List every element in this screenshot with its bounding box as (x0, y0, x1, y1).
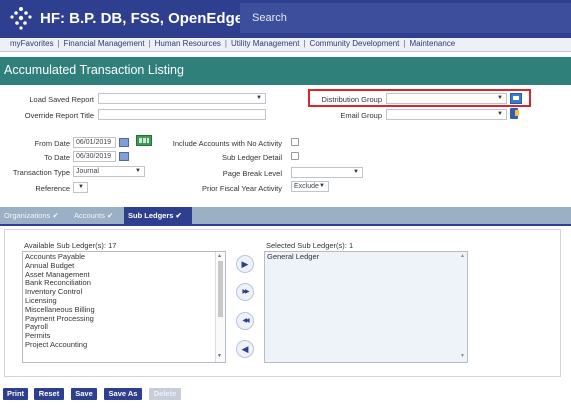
page-break-label: Page Break Level (222, 169, 282, 178)
nav-separator: | (303, 39, 306, 48)
tab-accounts[interactable]: Accounts ✔ (70, 207, 122, 224)
chevron-down-icon: ▼ (497, 111, 503, 117)
sub-ledger-detail-checkbox[interactable] (291, 152, 299, 160)
scroll-up-icon[interactable]: ▲ (217, 253, 222, 259)
to-date-label: To Date (44, 153, 70, 162)
tab-sub-ledgers[interactable]: Sub Ledgers ✔ (124, 207, 192, 224)
nav-separator: | (148, 39, 151, 48)
list-item[interactable]: Payment Processing (23, 314, 225, 324)
distribution-group-label: Distribution Group (321, 95, 382, 104)
list-item[interactable]: General Ledger (265, 252, 467, 262)
load-saved-report-select[interactable]: ▼ (98, 93, 266, 104)
list-item[interactable]: Payroll (23, 323, 225, 332)
move-left-icon[interactable]: ◀ (236, 340, 254, 358)
nav-item-favorites[interactable]: myFavorites (10, 39, 54, 48)
scroll-down-icon[interactable]: ▼ (460, 353, 465, 359)
page-break-select[interactable]: ▼ (291, 167, 363, 178)
logo-icon[interactable] (8, 5, 34, 31)
nav-item-financial[interactable]: Financial Management (64, 39, 145, 48)
from-date-label: From Date (34, 139, 70, 148)
nav-item-utility[interactable]: Utility Management (231, 39, 299, 48)
tab-underline (0, 224, 571, 226)
email-book-icon[interactable] (510, 108, 520, 120)
move-all-left-icon[interactable]: ◀◀ (236, 312, 254, 330)
override-title-input[interactable] (98, 109, 266, 120)
nav-separator: | (403, 39, 406, 48)
nav-item-maintenance[interactable]: Maintenance (409, 39, 455, 48)
nav-menu: myFavorites | Financial Management | Human R… (10, 39, 455, 48)
available-list-scrollbar[interactable]: ▲ ▼ (215, 252, 225, 362)
nav-separator: | (224, 39, 227, 48)
sub-ledger-detail-label: Sub Ledger Detail (221, 153, 282, 162)
list-item[interactable]: Project Accounting (23, 340, 225, 350)
include-no-activity-checkbox[interactable] (291, 138, 299, 146)
chevron-down-icon: ▼ (497, 95, 503, 101)
selected-sub-ledgers-list[interactable]: General Ledger ▲ ▼ (264, 251, 468, 363)
from-date-input[interactable]: 06/01/2019 (73, 137, 116, 148)
reference-label: Reference (35, 184, 70, 193)
available-sub-ledgers-label: Available Sub Ledger(s): 17 (24, 241, 117, 250)
calendar-icon[interactable] (119, 152, 129, 161)
chevron-down-icon: ▼ (135, 168, 141, 174)
nav-item-hr[interactable]: Human Resources (155, 39, 221, 48)
scroll-down-icon[interactable]: ▼ (217, 353, 222, 359)
nav-separator: | (57, 39, 60, 48)
distribution-group-select[interactable]: ▼ (386, 93, 507, 104)
chevron-down-icon: ▼ (353, 169, 359, 175)
tab-organizations[interactable]: Organizations ✔ (0, 207, 68, 224)
check-icon: ✔ (52, 211, 59, 220)
to-date-input[interactable]: 06/30/2019 (73, 151, 116, 162)
move-all-right-icon[interactable]: ▶▶ (236, 283, 254, 301)
search-input[interactable]: Search (240, 3, 571, 33)
load-saved-report-label: Load Saved Report (29, 95, 94, 104)
print-button[interactable]: Print (3, 388, 28, 400)
nav-item-community[interactable]: Community Development (310, 39, 400, 48)
save-as-button[interactable]: Save As (104, 388, 142, 400)
include-no-activity-label: Include Accounts with No Activity (172, 139, 282, 148)
move-right-icon[interactable]: ▶ (236, 255, 254, 273)
chevron-down-icon: ▼ (319, 183, 325, 189)
distribution-lookup-icon[interactable] (510, 93, 522, 104)
prior-fiscal-select[interactable]: Exclude ▼ (291, 181, 329, 192)
save-button[interactable]: Save (71, 388, 97, 400)
reset-button[interactable]: Reset (34, 388, 64, 400)
calendar-icon[interactable] (119, 138, 129, 147)
prior-fiscal-label: Prior Fiscal Year Activity (201, 184, 282, 193)
check-icon: ✔ (106, 211, 114, 220)
check-icon: ✔ (175, 211, 182, 220)
delete-button[interactable]: Delete (149, 388, 181, 400)
selected-sub-ledgers-label: Selected Sub Ledger(s): 1 (266, 241, 354, 250)
scroll-up-icon[interactable]: ▲ (460, 253, 465, 259)
chevron-down-icon: ▼ (78, 184, 84, 190)
email-group-select[interactable]: ▼ (386, 109, 507, 120)
page-title: Accumulated Transaction Listing (4, 63, 184, 77)
available-sub-ledgers-list[interactable]: Accounts Payable Annual Budget Asset Man… (22, 251, 226, 363)
transaction-type-select[interactable]: Journal ▼ (73, 166, 145, 177)
transaction-type-label: Transaction Type (12, 168, 70, 177)
email-group-label: Email Group (340, 111, 382, 120)
scrollbar-thumb[interactable] (218, 261, 223, 317)
override-title-label: Override Report Title (24, 111, 94, 120)
reference-select[interactable]: ▼ (73, 182, 88, 193)
chevron-down-icon: ▼ (256, 95, 262, 101)
